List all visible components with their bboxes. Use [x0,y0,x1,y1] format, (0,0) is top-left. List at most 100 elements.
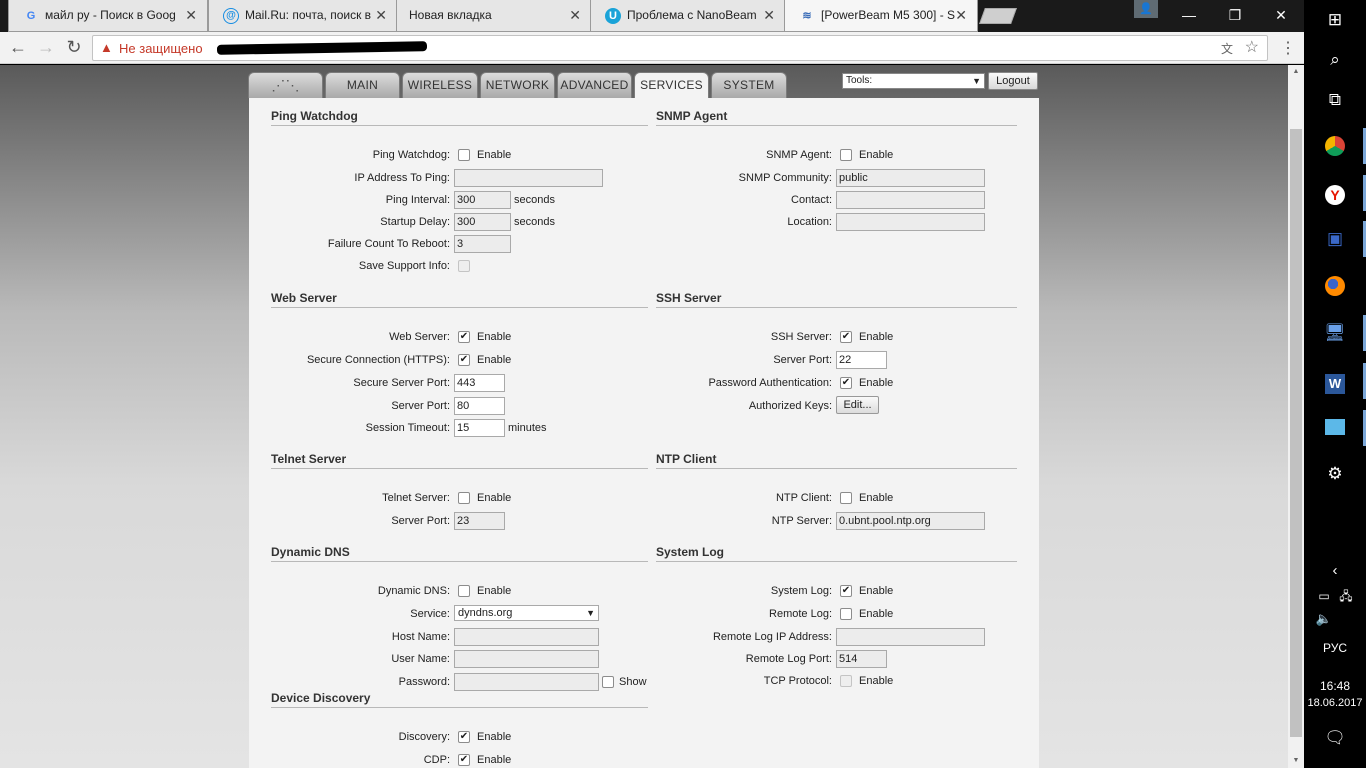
snmp-agent-checkbox[interactable] [840,149,852,161]
chrome-icon[interactable] [1323,134,1347,158]
reload-icon[interactable]: ↻ [62,36,86,60]
telnet-port-input[interactable]: 23 [454,512,505,530]
notification-icon[interactable]: 🗨 [1323,726,1347,750]
redacted-url [216,41,428,55]
scroll-up-icon[interactable]: ▲ [1288,65,1304,79]
snmp-contact-input[interactable] [836,191,985,209]
close-window-icon[interactable]: ✕ [1258,0,1304,32]
bookmark-star-icon[interactable]: ☆ [1245,37,1259,57]
system-log-label: System Log: [770,585,832,597]
clock-date[interactable]: 18.06.2017 [1304,697,1366,709]
session-timeout-input[interactable]: 15 [454,419,505,437]
volume-icon[interactable]: 🔈 [1312,607,1336,631]
remote-ip-input[interactable] [836,628,985,646]
logout-button[interactable]: Logout [988,72,1038,90]
web-server-label: Web Server: [389,331,450,343]
cdp-enable-text: Enable [477,754,512,766]
browser-tab[interactable]: U Проблема с NanoBeam ✕ [590,0,786,32]
network-icon[interactable]: 🖧 [1334,584,1358,608]
snmp-location-input[interactable] [836,213,985,231]
word-icon[interactable]: W [1323,369,1347,394]
forward-icon[interactable]: → [34,36,58,60]
task-view-icon[interactable]: ⧉ [1323,88,1347,112]
ssh-password-checkbox[interactable]: ✔ [840,377,852,389]
google-icon: G [26,10,36,22]
scroll-down-icon[interactable]: ▼ [1288,754,1304,768]
cdp-checkbox[interactable]: ✔ [458,754,470,766]
search-icon[interactable]: ⌕ [1323,48,1347,72]
system-log-checkbox[interactable]: ✔ [840,585,852,597]
ntp-server-input[interactable]: 0.ubnt.pool.ntp.org [836,512,985,530]
startup-delay-input[interactable]: 300 [454,213,511,231]
page-scrollbar[interactable]: ▲ ▼ [1288,65,1304,768]
profile-icon[interactable]: 👤 [1134,0,1158,18]
translate-icon[interactable]: 文 [1221,40,1233,57]
new-tab-button[interactable] [979,8,1017,24]
scrollbar-thumb[interactable] [1290,129,1302,737]
window-controls: — ❐ ✕ [1166,0,1304,32]
snmp-enable-text: Enable [859,149,894,161]
https-checkbox[interactable]: ✔ [458,354,470,366]
back-icon[interactable]: ← [6,36,30,60]
edit-keys-button[interactable]: Edit... [836,396,879,414]
show-password-checkbox[interactable] [602,676,614,688]
telnet-server-checkbox[interactable] [458,492,470,504]
tab-network[interactable]: NETWORK [480,72,555,98]
remote-port-input[interactable]: 514 [836,650,887,668]
ping-watchdog-checkbox[interactable] [458,149,470,161]
remote-desktop-icon[interactable]: 🖥 [1323,321,1347,345]
tab-advanced[interactable]: ADVANCED [557,72,632,98]
address-bar[interactable]: ▲ Не защищено 文 ☆ [92,35,1268,61]
secure-port-input[interactable]: 443 [454,374,505,392]
browser-tab[interactable]: Новая вкладка ✕ [396,0,592,32]
tcp-protocol-checkbox[interactable] [840,675,852,687]
browser-tab-title: Mail.Ru: почта, поиск в [245,8,372,22]
snmp-community-input[interactable]: public [836,169,985,187]
startup-delay-unit: seconds [514,216,555,228]
close-icon[interactable]: ✕ [955,0,967,30]
browser-tab[interactable]: G майл ру - Поиск в Goog ✕ [8,0,208,32]
ddns-user-input[interactable] [454,650,599,668]
battery-icon[interactable]: ▭ [1312,584,1336,608]
maximize-icon[interactable]: ❐ [1212,0,1258,32]
tools-select[interactable]: Tools: ▼ [842,73,985,89]
remote-log-checkbox[interactable] [840,608,852,620]
tab-main[interactable]: MAIN [325,72,400,98]
close-icon[interactable]: ✕ [569,0,581,30]
ddns-password-input[interactable] [454,673,599,691]
discovery-checkbox[interactable]: ✔ [458,731,470,743]
clock-time[interactable]: 16:48 [1304,679,1366,693]
tab-wireless[interactable]: WIRELESS [402,72,478,98]
web-server-checkbox[interactable]: ✔ [458,331,470,343]
browser-tab-active[interactable]: ≋ [PowerBeam M5 300] - S ✕ [784,0,978,32]
close-icon[interactable]: ✕ [185,0,197,30]
ddns-checkbox[interactable] [458,585,470,597]
ssh-port-input[interactable]: 22 [836,351,887,369]
web-port-input[interactable]: 80 [454,397,505,415]
close-icon[interactable]: ✕ [763,0,775,30]
language-indicator[interactable]: РУС [1304,641,1366,655]
tab-logo[interactable]: ⋰⋱ [248,72,323,98]
save-support-checkbox[interactable] [458,260,470,272]
chevron-left-icon[interactable]: ‹ [1323,559,1347,583]
failure-count-input[interactable]: 3 [454,235,511,253]
control-panel-icon[interactable] [1323,416,1347,440]
yandex-icon[interactable]: Y [1323,181,1347,205]
settings-gear-icon[interactable]: ⚙ [1323,462,1347,486]
ssh-server-checkbox[interactable]: ✔ [840,331,852,343]
ping-interval-input[interactable]: 300 [454,191,511,209]
tab-services[interactable]: SERVICES [634,72,709,99]
ddns-service-select[interactable]: dyndns.org ▼ [454,605,599,621]
ntp-client-checkbox[interactable] [840,492,852,504]
browser-tab[interactable]: @ Mail.Ru: почта, поиск в ✕ [208,0,398,32]
save-disk-icon[interactable]: ▣ [1323,227,1347,251]
close-icon[interactable]: ✕ [375,0,387,30]
tab-system[interactable]: SYSTEM [711,72,787,98]
windows-start-icon[interactable]: ⊞ [1323,8,1347,32]
minimize-icon[interactable]: — [1166,0,1212,32]
firefox-icon[interactable] [1323,274,1347,298]
ddns-label: Dynamic DNS: [377,585,450,597]
ddns-host-input[interactable] [454,628,599,646]
ping-ip-input[interactable] [454,169,603,187]
menu-icon[interactable]: ⋮ [1280,38,1296,58]
